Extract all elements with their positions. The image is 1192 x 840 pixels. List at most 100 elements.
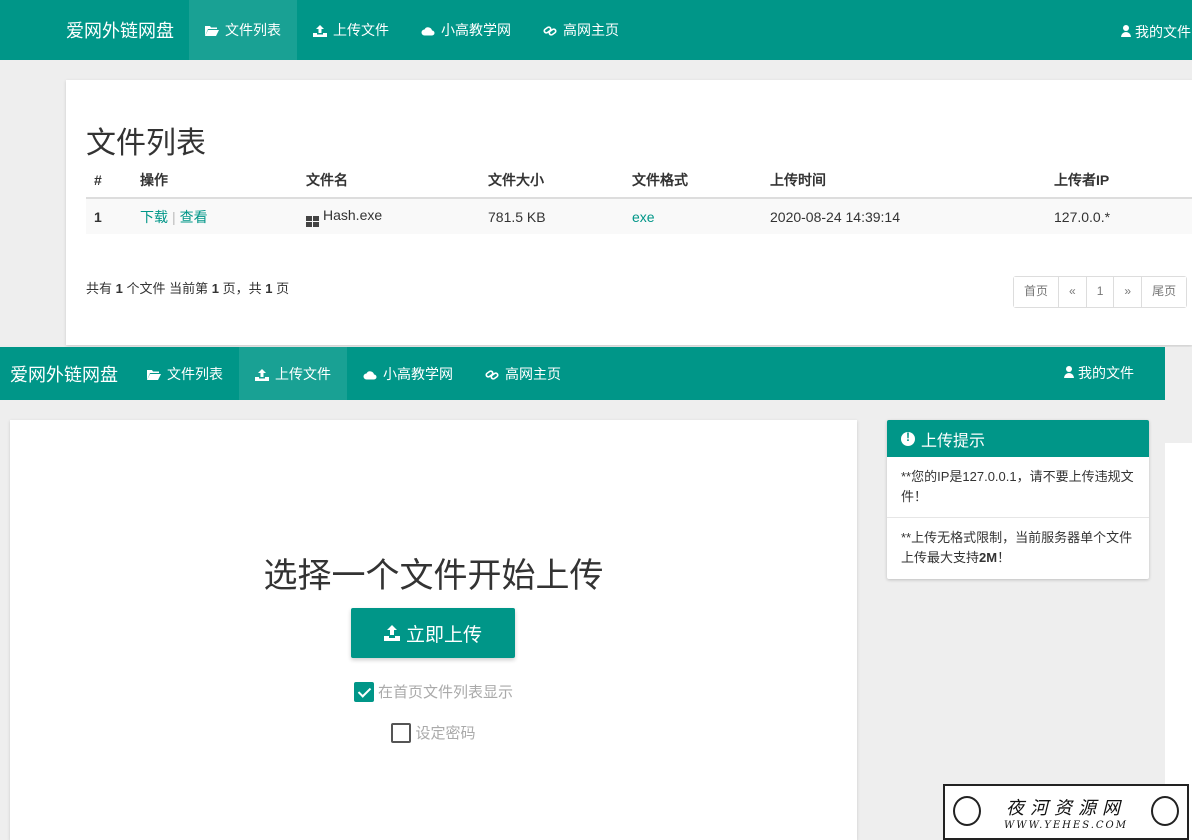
col-number: # [86,162,140,199]
col-format: 文件格式 [632,162,770,199]
file-list-card: 文件列表 # 操作 文件名 文件大小 文件格式 上传时间 上传者IP 1 下载 |… [66,80,1192,345]
tip-size-suffix: ！ [997,550,1011,565]
nav-item-file-list[interactable]: 文件列表 [189,0,297,60]
row-actions: 下载 | 查看 [140,198,306,234]
right-edge-panel [1165,443,1192,840]
row-format: exe [632,198,770,234]
file-table: # 操作 文件名 文件大小 文件格式 上传时间 上传者IP 1 下载 | 查看 Ha… [86,162,1192,234]
row-size: 781.5 KB [488,198,632,234]
brand-logo[interactable]: 爱网外链网盘 [10,361,118,387]
col-upload-time: 上传时间 [770,162,1054,199]
col-uploader-ip: 上传者IP [1054,162,1192,199]
user-icon [1121,24,1131,40]
nav-item-teaching-site[interactable]: 小高教学网 [347,347,469,400]
row-uploader-ip: 127.0.0.* [1054,198,1192,234]
nav-item-teaching-site[interactable]: 小高教学网 [405,0,527,60]
action-separator: | [172,208,176,225]
my-files-label: 我的文件 [1135,24,1191,40]
nav-item-upload[interactable]: 上传文件 [297,0,405,60]
tip-ip-warning: **您的IP是127.0.0.1，请不要上传违规文件！ [887,457,1149,518]
filename-text: Hash.exe [323,206,383,223]
summary-mid2: 页，共 [222,281,262,296]
col-actions: 操作 [140,162,306,199]
upload-icon [255,368,269,381]
nav-label: 小高教学网 [441,22,511,38]
watermark-url: WWW.YEHES.COM [1004,819,1128,831]
nav-label: 高网主页 [563,22,619,38]
row-filename: Hash.exe [306,198,488,234]
table-row: 1 下载 | 查看 Hash.exe 781.5 KB exe 2020-08-24… [86,198,1192,234]
my-files-link[interactable]: 我的文件 [1121,22,1191,42]
set-password-option[interactable]: 设定密码 [10,722,857,743]
nav-item-file-list[interactable]: 文件列表 [131,347,239,400]
upload-button-label: 立即上传 [405,624,482,646]
ornament-left-icon [953,796,981,826]
upload-card: 选择一个文件开始上传 立即上传 在首页文件列表显示 设定密码 [10,420,857,840]
page-next-button[interactable]: » [1114,277,1143,307]
summary-total: 1 [265,281,273,296]
tip-size-prefix: **上传无格式限制，当前服务器单个文件上传最大支持 [901,530,1133,565]
exclamation-circle-icon [901,430,915,446]
page-prev-button[interactable]: « [1059,277,1087,307]
cloud-icon [421,24,435,36]
file-list-screenshot: 爱网外链网盘 文件列表 上传文件 小高教学网 高网主页 我的文件 文件列表 # … [0,0,1192,345]
col-filename: 文件名 [306,162,488,199]
upload-now-button[interactable]: 立即上传 [351,608,515,658]
summary-count: 1 [115,281,123,296]
folder-open-icon [205,24,219,36]
download-link[interactable]: 下载 [140,209,168,225]
file-count-summary: 共有 1 个文件 当前第 1 页，共 1 页 [86,278,289,297]
upload-icon [313,24,327,37]
folder-open-icon [147,368,161,380]
format-link[interactable]: exe [632,209,655,225]
watermark-logo: 夜河资源网 WWW.YEHES.COM [943,784,1189,840]
pagination: 首页 « 1 » 尾页 [1013,276,1188,308]
upload-title: 选择一个文件开始上传 [263,556,604,596]
watermark-title: 夜河资源网 [1006,797,1126,819]
ornament-right-icon [1151,796,1179,826]
page-title: 文件列表 [86,126,206,161]
nav-label: 小高教学网 [383,365,453,382]
show-on-home-label: 在首页文件列表显示 [377,684,513,701]
summary-page: 1 [211,281,219,296]
nav-label: 上传文件 [275,365,331,382]
view-link[interactable]: 查看 [180,209,208,225]
summary-mid: 个文件 当前第 [126,281,209,296]
upload-icon [383,625,400,641]
table-header-row: # 操作 文件名 文件大小 文件格式 上传时间 上传者IP [86,162,1192,199]
tip-size-limit-value: 2M [979,550,998,565]
my-files-link[interactable]: 我的文件 [1064,363,1134,383]
nav-item-homepage[interactable]: 高网主页 [527,0,635,60]
nav-label: 文件列表 [167,365,223,382]
tip-ip-text: **您的IP是127.0.0.1，请不要上传违规文件！ [901,469,1134,504]
set-password-checkbox[interactable] [391,722,412,743]
upload-tips-panel: 上传提示 **您的IP是127.0.0.1，请不要上传违规文件！ **上传无格式… [887,420,1149,579]
nav-label: 文件列表 [225,22,281,38]
tips-title: 上传提示 [921,432,986,450]
row-upload-time: 2020-08-24 14:39:14 [770,198,1054,234]
top-navbar: 爱网外链网盘 文件列表 上传文件 小高教学网 高网主页 我的文件 [0,0,1192,60]
show-on-home-option[interactable]: 在首页文件列表显示 [10,681,857,702]
bottom-navbar: 爱网外链网盘 文件列表 上传文件 小高教学网 高网主页 我的文件 [0,347,1165,400]
brand-logo[interactable]: 爱网外链网盘 [66,17,174,43]
nav-label: 上传文件 [333,22,389,38]
nav-label: 高网主页 [505,365,561,382]
row-number: 1 [86,198,140,234]
upload-screenshot: 爱网外链网盘 文件列表 上传文件 小高教学网 高网主页 我的文件 选择一个文件开… [0,347,1192,840]
page-first-button[interactable]: 首页 [1014,277,1060,307]
show-on-home-checkbox[interactable] [353,681,374,702]
nav-item-homepage[interactable]: 高网主页 [469,347,577,400]
link-icon [543,24,557,36]
cloud-icon [363,368,377,380]
summary-prefix: 共有 [86,281,113,296]
tip-size-limit: **上传无格式限制，当前服务器单个文件上传最大支持2M！ [887,518,1149,579]
link-icon [485,368,499,380]
page-last-button[interactable]: 尾页 [1142,277,1187,307]
user-icon [1064,365,1074,381]
set-password-label: 设定密码 [415,725,476,742]
nav-item-upload[interactable]: 上传文件 [239,347,347,400]
col-size: 文件大小 [488,162,632,199]
page-current-button[interactable]: 1 [1086,277,1115,307]
windows-icon [306,215,319,227]
tips-header: 上传提示 [887,420,1149,457]
